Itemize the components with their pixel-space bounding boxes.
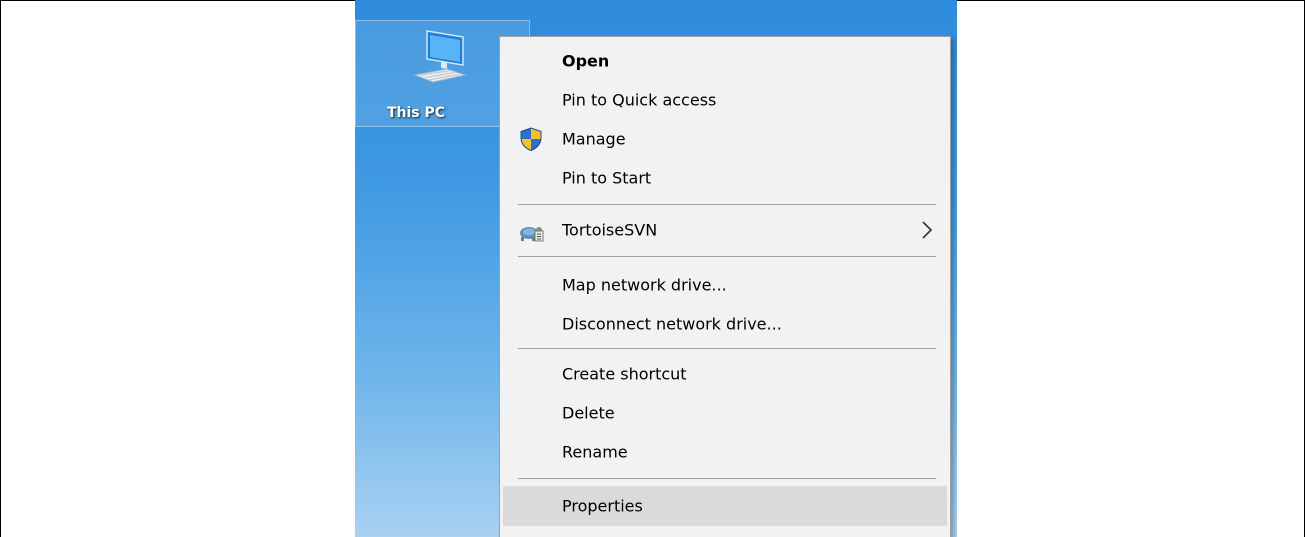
chevron-right-icon xyxy=(922,221,933,239)
menu-item-create-shortcut[interactable]: Create shortcut xyxy=(503,355,947,393)
menu-item-label: Pin to Quick access xyxy=(562,90,717,110)
menu-separator xyxy=(518,478,936,479)
menu-item-pin-to-start[interactable]: Pin to Start xyxy=(503,159,947,197)
menu-item-pin-to-quick-access[interactable]: Pin to Quick access xyxy=(503,81,947,119)
context-menu: Open Pin to Quick access Manage Pin to S… xyxy=(499,36,951,537)
menu-item-properties[interactable]: Properties xyxy=(503,486,947,526)
menu-item-tortoisesvn[interactable]: TortoiseSVN xyxy=(503,211,947,249)
desktop-icon-label: This PC xyxy=(386,105,446,121)
menu-item-label: Disconnect network drive... xyxy=(562,314,782,334)
menu-item-label: Open xyxy=(562,51,610,71)
uac-shield-icon xyxy=(520,127,542,152)
menu-item-manage[interactable]: Manage xyxy=(503,120,947,158)
menu-item-label: Properties xyxy=(562,496,643,516)
tortoisesvn-icon xyxy=(520,227,544,242)
menu-item-map-network-drive[interactable]: Map network drive... xyxy=(503,266,947,304)
computer-monitor-icon xyxy=(413,30,467,83)
menu-item-label: Delete xyxy=(562,403,615,423)
menu-item-delete[interactable]: Delete xyxy=(503,394,947,432)
menu-item-label: Pin to Start xyxy=(562,168,652,188)
menu-item-label: Map network drive... xyxy=(562,275,727,295)
menu-separator xyxy=(518,256,936,257)
menu-item-label: TortoiseSVN xyxy=(562,220,658,240)
menu-separator xyxy=(518,204,936,205)
menu-separator xyxy=(518,348,936,349)
menu-item-label: Create shortcut xyxy=(562,364,687,384)
menu-item-open[interactable]: Open xyxy=(503,42,947,80)
menu-item-disconnect-network-drive[interactable]: Disconnect network drive... xyxy=(503,305,947,343)
menu-item-label: Manage xyxy=(562,129,626,149)
menu-item-label: Rename xyxy=(562,442,628,462)
menu-item-rename[interactable]: Rename xyxy=(503,433,947,471)
